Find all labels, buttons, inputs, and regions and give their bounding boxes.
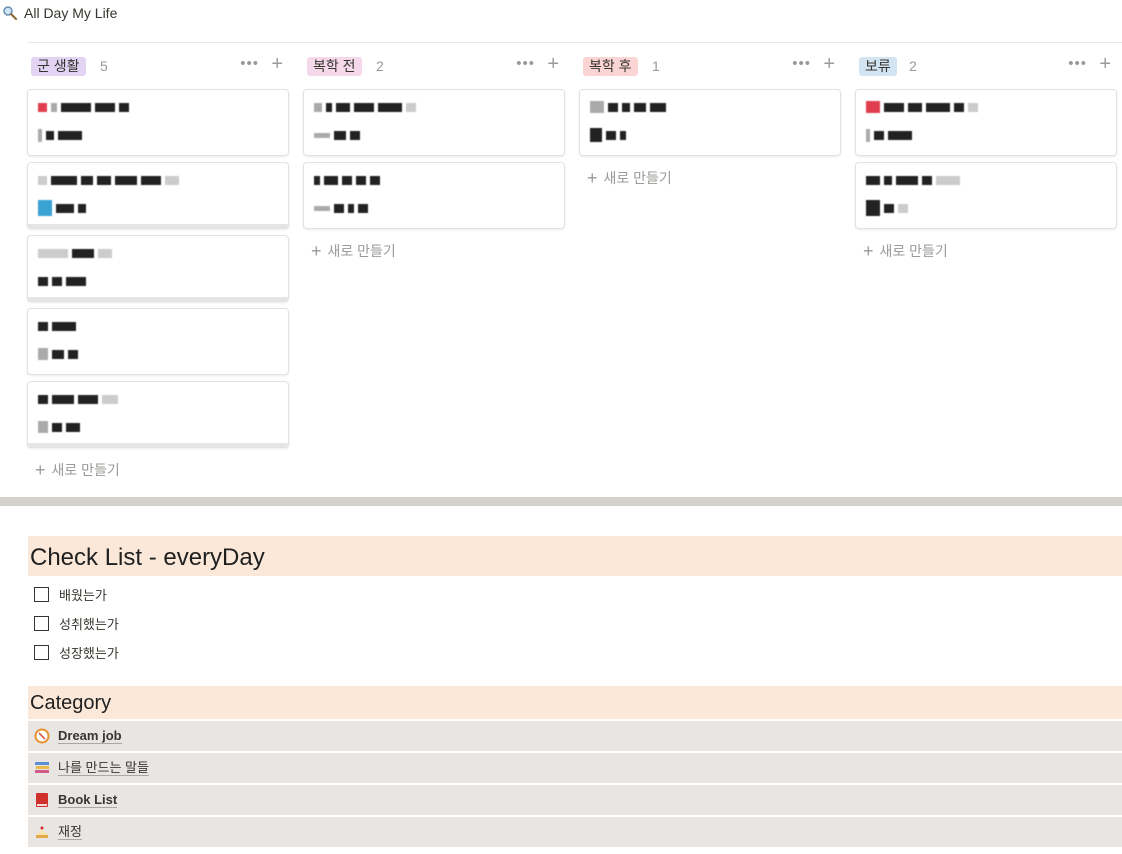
checklist-item: 성장했는가 (34, 643, 119, 661)
add-icon[interactable]: + (1099, 53, 1111, 76)
checklist-item: 배웠는가 (34, 585, 107, 603)
category-heading-band (28, 686, 1122, 719)
column-tag[interactable]: 복학 전 (307, 57, 362, 76)
more-horizontal-icon[interactable]: ••• (1068, 55, 1087, 72)
board-card[interactable] (27, 381, 289, 448)
board-card[interactable] (27, 235, 289, 302)
board-column-1: 군 생활 5 ••• + + 새로 만들기 (27, 53, 289, 479)
cake-icon (34, 824, 50, 840)
add-icon[interactable]: + (823, 53, 835, 76)
category-item-label: Dream job (58, 728, 122, 744)
board-card[interactable] (579, 89, 841, 156)
column-header: 군 생활 5 ••• + (27, 53, 289, 80)
new-card-button[interactable]: + 새로 만들기 (587, 168, 672, 188)
plus-icon: + (35, 460, 46, 480)
column-tag[interactable]: 복학 후 (583, 57, 638, 76)
new-card-button[interactable]: + 새로 만들기 (863, 241, 948, 261)
more-horizontal-icon[interactable]: ••• (240, 55, 259, 72)
kanban-board: 군 생활 5 ••• + + 새로 만들기 복학 전 2 ••• + + 새로 … (0, 0, 1122, 496)
column-tag[interactable]: 보류 (859, 57, 897, 76)
red-book-icon (34, 792, 50, 808)
board-card[interactable] (855, 89, 1117, 156)
plus-icon: + (863, 241, 874, 261)
add-icon[interactable]: + (547, 53, 559, 76)
board-card[interactable] (27, 308, 289, 375)
checkbox[interactable] (34, 615, 49, 631)
new-card-button[interactable]: + 새로 만들기 (311, 241, 396, 261)
more-horizontal-icon[interactable]: ••• (792, 55, 811, 72)
board-column-3: 복학 후 1 ••• + + 새로 만들기 (579, 53, 841, 187)
column-tag[interactable]: 군 생활 (31, 57, 86, 76)
column-count: 2 (909, 58, 917, 74)
checklist-item-label: 배웠는가 (59, 587, 107, 603)
column-header: 복학 후 1 ••• + (579, 53, 841, 80)
category-item-book-list[interactable]: Book List (28, 785, 1122, 815)
category-item-label: 나를 만드는 말들 (58, 760, 149, 776)
category-item-dream-job[interactable]: Dream job (28, 721, 1122, 751)
checkbox[interactable] (34, 586, 49, 602)
plus-icon: + (587, 168, 598, 188)
books-icon (34, 760, 50, 776)
board-column-2: 복학 전 2 ••• + + 새로 만들기 (303, 53, 565, 260)
section-divider (0, 497, 1122, 506)
category-item-words[interactable]: 나를 만드는 말들 (28, 753, 1122, 783)
checklist-item-label: 성취했는가 (59, 616, 119, 632)
column-header: 복학 전 2 ••• + (303, 53, 565, 80)
checklist-item-label: 성장했는가 (59, 645, 119, 661)
category-item-label: Book List (58, 792, 118, 808)
column-count: 5 (100, 58, 108, 74)
compass-icon (34, 728, 50, 744)
add-icon[interactable]: + (271, 53, 283, 76)
board-card[interactable] (303, 89, 565, 156)
column-count: 1 (652, 58, 660, 74)
board-card[interactable] (855, 162, 1117, 229)
column-count: 2 (376, 58, 384, 74)
checklist-title: Check List - everyDay (30, 544, 265, 571)
column-header: 보류 2 ••• + (855, 53, 1117, 80)
more-horizontal-icon[interactable]: ••• (516, 55, 535, 72)
board-card[interactable] (27, 89, 289, 156)
plus-icon: + (311, 241, 322, 261)
category-item-label: 재정 (58, 824, 82, 840)
category-title: Category (30, 692, 112, 714)
new-card-button[interactable]: + 새로 만들기 (35, 460, 120, 480)
board-card[interactable] (27, 162, 289, 229)
board-column-4: 보류 2 ••• + + 새로 만들기 (855, 53, 1117, 260)
checkbox[interactable] (34, 644, 49, 660)
category-item-finance[interactable]: 재정 (28, 817, 1122, 847)
checklist-item: 성취했는가 (34, 614, 119, 632)
board-card[interactable] (303, 162, 565, 229)
